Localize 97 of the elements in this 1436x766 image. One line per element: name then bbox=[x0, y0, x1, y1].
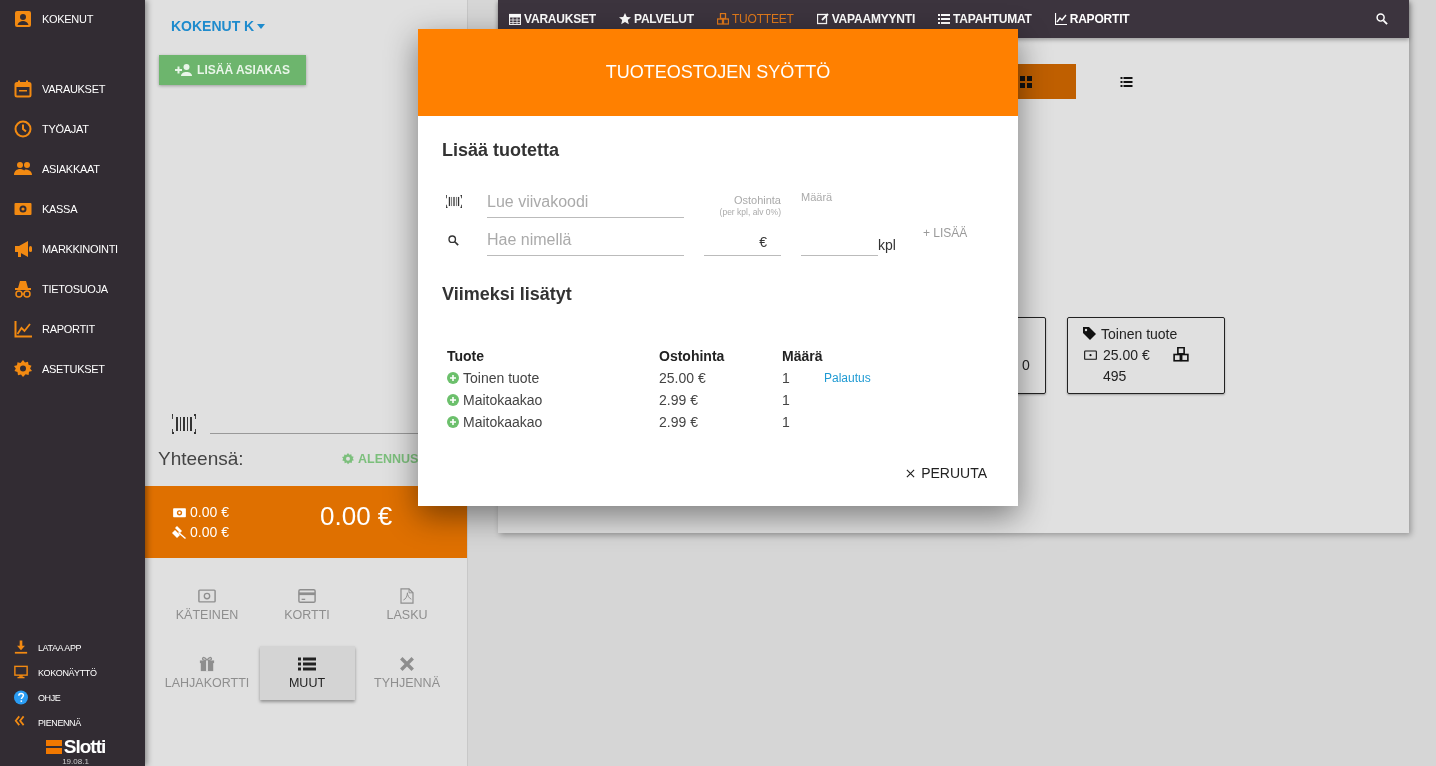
payment-action-button[interactable]: MUUT bbox=[259, 646, 355, 700]
product-stock: 0 bbox=[1022, 356, 1030, 373]
nav-item[interactable]: TYÖAJAT bbox=[0, 109, 145, 149]
nav-tab[interactable]: VARAUKSET bbox=[509, 12, 596, 26]
footer-link[interactable]: PIENENNÄ bbox=[0, 710, 145, 735]
list-icon bbox=[938, 13, 951, 25]
nav-item[interactable]: MARKKINOINTI bbox=[0, 229, 145, 269]
close-icon bbox=[398, 656, 416, 672]
grid-icon bbox=[1020, 75, 1032, 88]
plus-circle-icon bbox=[447, 416, 459, 428]
product-name: Toinen tuote bbox=[1101, 325, 1178, 342]
pdf-document-icon bbox=[398, 588, 416, 604]
nav-item[interactable]: RAPORTIT bbox=[0, 309, 145, 349]
nav-tab[interactable]: PALVELUT bbox=[619, 12, 694, 26]
clock-icon bbox=[14, 120, 32, 138]
settings-icon bbox=[14, 360, 32, 378]
help-icon bbox=[14, 690, 28, 705]
table-cell-text: Maitokaakao bbox=[463, 413, 543, 432]
column-header: Ostohinta bbox=[659, 347, 726, 366]
card-icon bbox=[298, 588, 316, 604]
search-icon bbox=[448, 235, 459, 246]
table-cell-text: 1 bbox=[782, 391, 791, 410]
version-text: 19.08.1 bbox=[62, 757, 89, 766]
footer-link[interactable]: LATAA APP bbox=[0, 635, 145, 660]
table-cell-text: 25.00 € bbox=[659, 369, 707, 388]
nav-item[interactable]: ASETUKSET bbox=[0, 349, 145, 389]
monitor-icon bbox=[14, 665, 28, 680]
cash-total: 0.00 € bbox=[190, 504, 229, 520]
barcode-input-field[interactable]: Lue viivakoodi bbox=[487, 193, 684, 218]
product-stock: 495 bbox=[1103, 367, 1127, 384]
nav-item[interactable]: KASSA bbox=[0, 189, 145, 229]
table-cell-text: 1 bbox=[782, 369, 791, 388]
chart-icon bbox=[1054, 13, 1067, 25]
add-person-icon bbox=[175, 64, 193, 76]
cash-icon bbox=[1083, 349, 1098, 360]
grand-total: 0.00 € bbox=[320, 500, 393, 532]
section-heading: Lisää tuotetta bbox=[442, 139, 561, 162]
star-icon bbox=[619, 13, 631, 25]
section-heading: Viimeksi lisätyt bbox=[442, 283, 573, 306]
barcode-icon bbox=[172, 414, 196, 434]
nav-item[interactable]: ASIAKKAAT bbox=[0, 149, 145, 189]
column-header: Tuote bbox=[447, 347, 486, 366]
footer-link[interactable]: OHJE bbox=[0, 685, 145, 710]
nav-item[interactable]: TIETOSUOJA bbox=[0, 269, 145, 309]
people-icon bbox=[14, 160, 32, 178]
nav-tab[interactable]: VAPAAMYYNTI bbox=[816, 12, 916, 26]
search-icon[interactable] bbox=[1376, 13, 1388, 25]
gavel-icon bbox=[172, 525, 187, 539]
nav-item[interactable]: VARAUKSET bbox=[0, 69, 145, 109]
list-icon bbox=[1119, 76, 1133, 87]
tag-icon bbox=[1083, 327, 1096, 340]
download-icon bbox=[14, 640, 28, 655]
field-hint: (per kpl, alv 0%) bbox=[719, 206, 781, 218]
table-cell-text: 2.99 € bbox=[659, 391, 699, 410]
logo-bars-icon bbox=[45, 739, 62, 755]
table-cell-text: Maitokaakao bbox=[463, 391, 543, 410]
chart-icon bbox=[14, 320, 32, 338]
product-price: 25.00 € bbox=[1103, 346, 1150, 363]
plus-circle-icon bbox=[447, 372, 459, 384]
nav-tab[interactable]: RAPORTIT bbox=[1054, 12, 1130, 26]
footer-link[interactable]: KOKONÄYTTÖ bbox=[0, 660, 145, 685]
plus-circle-icon bbox=[447, 394, 459, 406]
cash-icon bbox=[198, 588, 216, 604]
caret-down-icon bbox=[257, 23, 266, 29]
dialog-title: TUOTEOSTOJEN SYÖTTÖ bbox=[418, 29, 1018, 116]
megaphone-icon bbox=[14, 240, 32, 258]
field-label: Määrä bbox=[801, 191, 833, 203]
close-icon bbox=[906, 468, 916, 478]
unit-label: kpl bbox=[878, 237, 896, 253]
user-icon bbox=[14, 10, 32, 28]
field-label: Ostohinta bbox=[733, 194, 781, 206]
cubes-icon bbox=[1171, 347, 1190, 362]
tips-total: 0.00 € bbox=[190, 524, 229, 540]
edit-icon bbox=[816, 13, 829, 25]
product-card[interactable]: Toinen tuote 25.00 € 495 bbox=[1067, 317, 1225, 394]
total-label: Yhteensä: bbox=[158, 448, 245, 470]
calendar-icon bbox=[509, 13, 521, 25]
barcode-icon bbox=[445, 195, 462, 208]
table-cell-text: 1 bbox=[782, 413, 791, 432]
price-input-field[interactable]: € bbox=[704, 228, 781, 256]
cancel-button[interactable]: PERUUTA bbox=[906, 465, 987, 481]
logo-text: Slotti bbox=[63, 737, 106, 757]
nav-tab[interactable]: TAPAHTUMAT bbox=[938, 12, 1032, 26]
name-search-field[interactable]: Hae nimellä bbox=[487, 231, 684, 256]
cash-icon bbox=[14, 200, 32, 218]
nav-tab[interactable]: TUOTTEET bbox=[716, 12, 794, 26]
gear-icon bbox=[342, 453, 354, 465]
cash-icon bbox=[172, 506, 187, 518]
list-icon bbox=[298, 656, 316, 672]
calendar-icon bbox=[14, 80, 32, 98]
table-cell-text: Toinen tuote bbox=[463, 369, 540, 388]
spy-icon bbox=[14, 280, 32, 298]
cubes-icon bbox=[716, 13, 729, 25]
gift-icon bbox=[198, 656, 216, 672]
user-menu-item[interactable]: KOKENUT bbox=[0, 0, 145, 38]
column-header: Määrä bbox=[782, 347, 824, 366]
table-cell-text: 2.99 € bbox=[659, 413, 699, 432]
